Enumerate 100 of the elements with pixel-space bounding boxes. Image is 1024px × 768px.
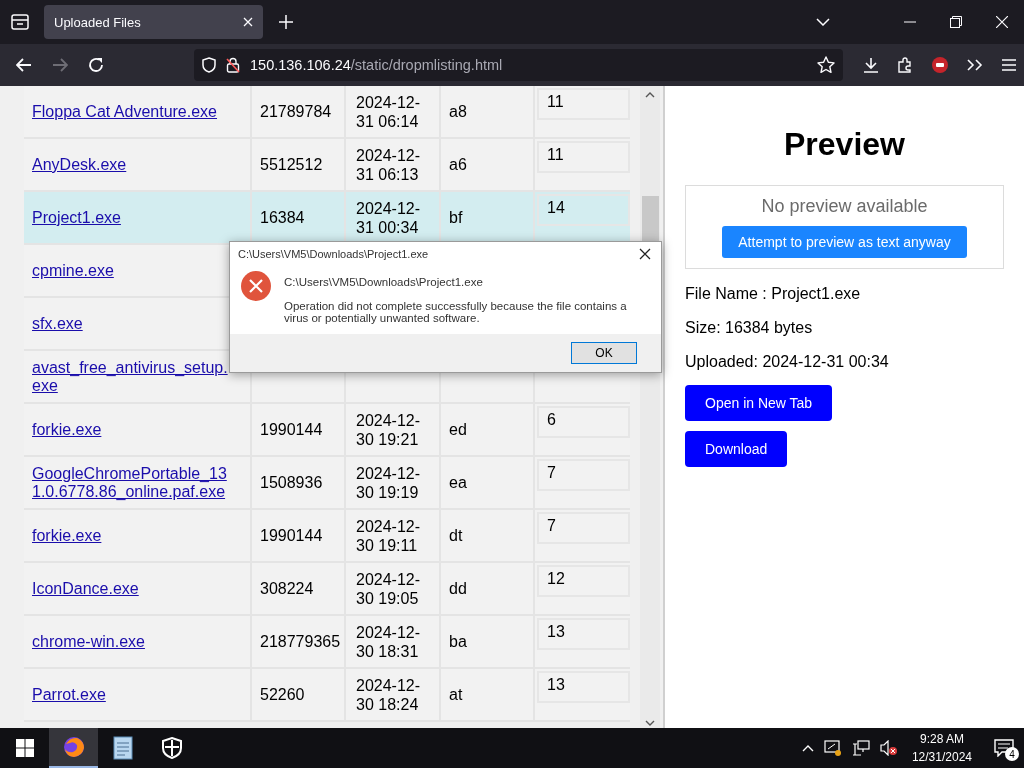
preview-as-text-button[interactable]: Attempt to preview as text anyway (722, 226, 967, 258)
table-cell: 218779365 (260, 632, 341, 651)
count-field[interactable]: 6 (537, 406, 630, 438)
chevron-down-icon[interactable] (816, 18, 830, 26)
preview-heading: Preview (783, 126, 906, 163)
count-field[interactable]: 7 (537, 459, 630, 491)
action-button[interactable]: Download (685, 431, 788, 467)
download-icon[interactable] (863, 57, 879, 73)
file-link[interactable]: Parrot.exe (32, 685, 106, 704)
clock-time: 9:28 AM (919, 732, 964, 746)
taskbar-app[interactable] (49, 728, 98, 768)
back-icon[interactable] (16, 58, 32, 72)
count-field[interactable]: 12 (537, 565, 630, 597)
table-row[interactable]: forkie.exe 1990144 2024-12-30 19:21 ed 6 (24, 404, 630, 457)
count-field[interactable]: 11 (537, 88, 630, 120)
file-detail: Uploaded: 2024-12-31 00:34 (685, 353, 890, 371)
count-field[interactable]: 13 (537, 671, 630, 703)
tab-list-icon[interactable] (10, 13, 30, 31)
table-row[interactable]: GoogleChromePortable_131.0.6778.86_online.paf.exe 1508936 2024-12-30 19:19 ea 7 (24, 457, 630, 510)
table-cell: 1508936 (260, 473, 323, 492)
notification-icon[interactable] (994, 739, 1014, 757)
table-row[interactable]: Project1.exe 16384 2024-12-31 00:34 bf 14 (24, 192, 630, 245)
clock[interactable]: 9:28 AM 12/31/2024 (911, 732, 972, 764)
count-field[interactable]: 7 (537, 512, 630, 544)
new-tab-icon[interactable] (279, 15, 293, 29)
file-link[interactable]: avast_free_antivirus_setup.exe (32, 358, 234, 395)
shield-badge-icon[interactable] (931, 56, 949, 74)
dialog-message: Operation did not complete successfully because the file contains a virus or potentially unwanted software. (284, 300, 628, 324)
menu-icon[interactable] (1001, 59, 1017, 71)
table-cell: 5512512 (260, 155, 323, 174)
table-cell: 52260 (260, 685, 305, 704)
table-cell-text: 2024-12-30 19:11 (356, 516, 422, 555)
table-row[interactable]: IconDance.exe 308224 2024-12-30 19:05 dd 12 (24, 563, 630, 616)
scroll-down-icon[interactable] (645, 720, 655, 726)
table-cell: 1990144 (260, 420, 323, 439)
dialog-heading: C:\Users\VM5\Downloads\Project1.exe (284, 276, 484, 288)
dialog-title: C:\Users\VM5\Downloads\Project1.exe (238, 248, 429, 260)
shield-icon[interactable] (161, 737, 182, 759)
table-cell: 16384 (260, 208, 305, 227)
table-cell-text: 2024-12-30 19:21 (356, 410, 422, 449)
restore-icon[interactable] (950, 16, 962, 28)
file-link[interactable]: GoogleChromePortable_131.0.6778.86_online.paf.exe (32, 464, 234, 501)
url-text: 150.136.106.24/static/dropmlisting.html (250, 57, 504, 73)
star-icon[interactable] (817, 56, 835, 74)
firefox-icon[interactable] (61, 735, 86, 759)
sync-warning-icon[interactable] (823, 740, 842, 756)
speaker-muted-icon[interactable] (879, 740, 898, 756)
table-cell: dt (449, 526, 463, 545)
count-field[interactable]: 13 (537, 618, 630, 650)
chevron-up-icon[interactable] (801, 744, 814, 752)
count-field[interactable]: 14 (537, 194, 630, 226)
error-icon (240, 270, 272, 302)
scroll-up-icon[interactable] (645, 92, 655, 98)
file-link[interactable]: chrome-win.exe (32, 632, 145, 651)
close-icon[interactable] (639, 248, 651, 260)
count-field[interactable]: 11 (537, 141, 630, 173)
file-link[interactable]: Project1.exe (32, 208, 121, 227)
table-row[interactable]: Parrot.exe 52260 2024-12-30 18:24 at 13 (24, 669, 630, 722)
table-cell: 308224 (260, 579, 314, 598)
file-link[interactable]: forkie.exe (32, 526, 102, 545)
table-cell-text: 2024-12-30 18:31 (356, 622, 422, 661)
table-cell: ed (449, 420, 467, 439)
file-link[interactable]: forkie.exe (32, 420, 102, 439)
network-icon[interactable] (851, 740, 870, 756)
insecure-lock-icon[interactable] (226, 57, 240, 73)
table-cell-text: 2024-12-30 18:24 (356, 675, 422, 714)
reload-icon[interactable] (88, 57, 104, 73)
address-bar[interactable]: 150.136.106.24/static/dropmlisting.html (194, 49, 843, 81)
tab-title: Uploaded Files (54, 14, 141, 30)
table-row[interactable]: AnyDesk.exe 5512512 2024-12-31 06:13 a6 11 (24, 139, 630, 192)
browser-tab[interactable]: Uploaded Files (44, 5, 263, 39)
file-link[interactable]: cpmine.exe (32, 261, 114, 280)
table-row[interactable]: forkie.exe 1990144 2024-12-30 19:11 dt 7 (24, 510, 630, 563)
table-cell: ea (449, 473, 467, 492)
windows-logo-icon[interactable] (15, 739, 34, 757)
file-link[interactable]: sfx.exe (32, 314, 83, 333)
file-link[interactable]: AnyDesk.exe (32, 155, 127, 174)
file-link[interactable]: Floppa Cat Adventure.exe (32, 102, 217, 121)
table-cell: at (449, 685, 463, 704)
table-row[interactable]: Floppa Cat Adventure.exe 21789784 2024-12-31 06:14 a8 11 (24, 86, 630, 139)
table-cell: 21789784 (260, 102, 332, 121)
table-cell: ba (449, 632, 467, 651)
action-button[interactable]: Open in New Tab (685, 385, 833, 421)
table-cell: dd (449, 579, 467, 598)
notepad-icon[interactable] (112, 736, 133, 760)
table-cell-text: 2024-12-30 19:05 (356, 569, 422, 608)
double-chevron-icon[interactable] (967, 59, 983, 71)
table-cell: a6 (449, 155, 467, 174)
file-detail: File Name : Project1.exe (685, 285, 862, 303)
file-link[interactable]: IconDance.exe (32, 579, 139, 598)
forward-icon[interactable] (52, 58, 68, 72)
file-detail: Size: 16384 bytes (685, 319, 814, 337)
puzzle-icon[interactable] (897, 57, 913, 73)
table-cell: a8 (449, 102, 467, 121)
ok-button[interactable]: OK (571, 342, 637, 364)
no-preview-text: No preview available (761, 196, 928, 217)
table-cell: bf (449, 208, 463, 227)
table-cell-text: 2024-12-30 19:19 (356, 463, 422, 502)
table-cell-text: 2024-12-31 06:13 (356, 145, 422, 184)
table-cell: 1990144 (260, 526, 323, 545)
